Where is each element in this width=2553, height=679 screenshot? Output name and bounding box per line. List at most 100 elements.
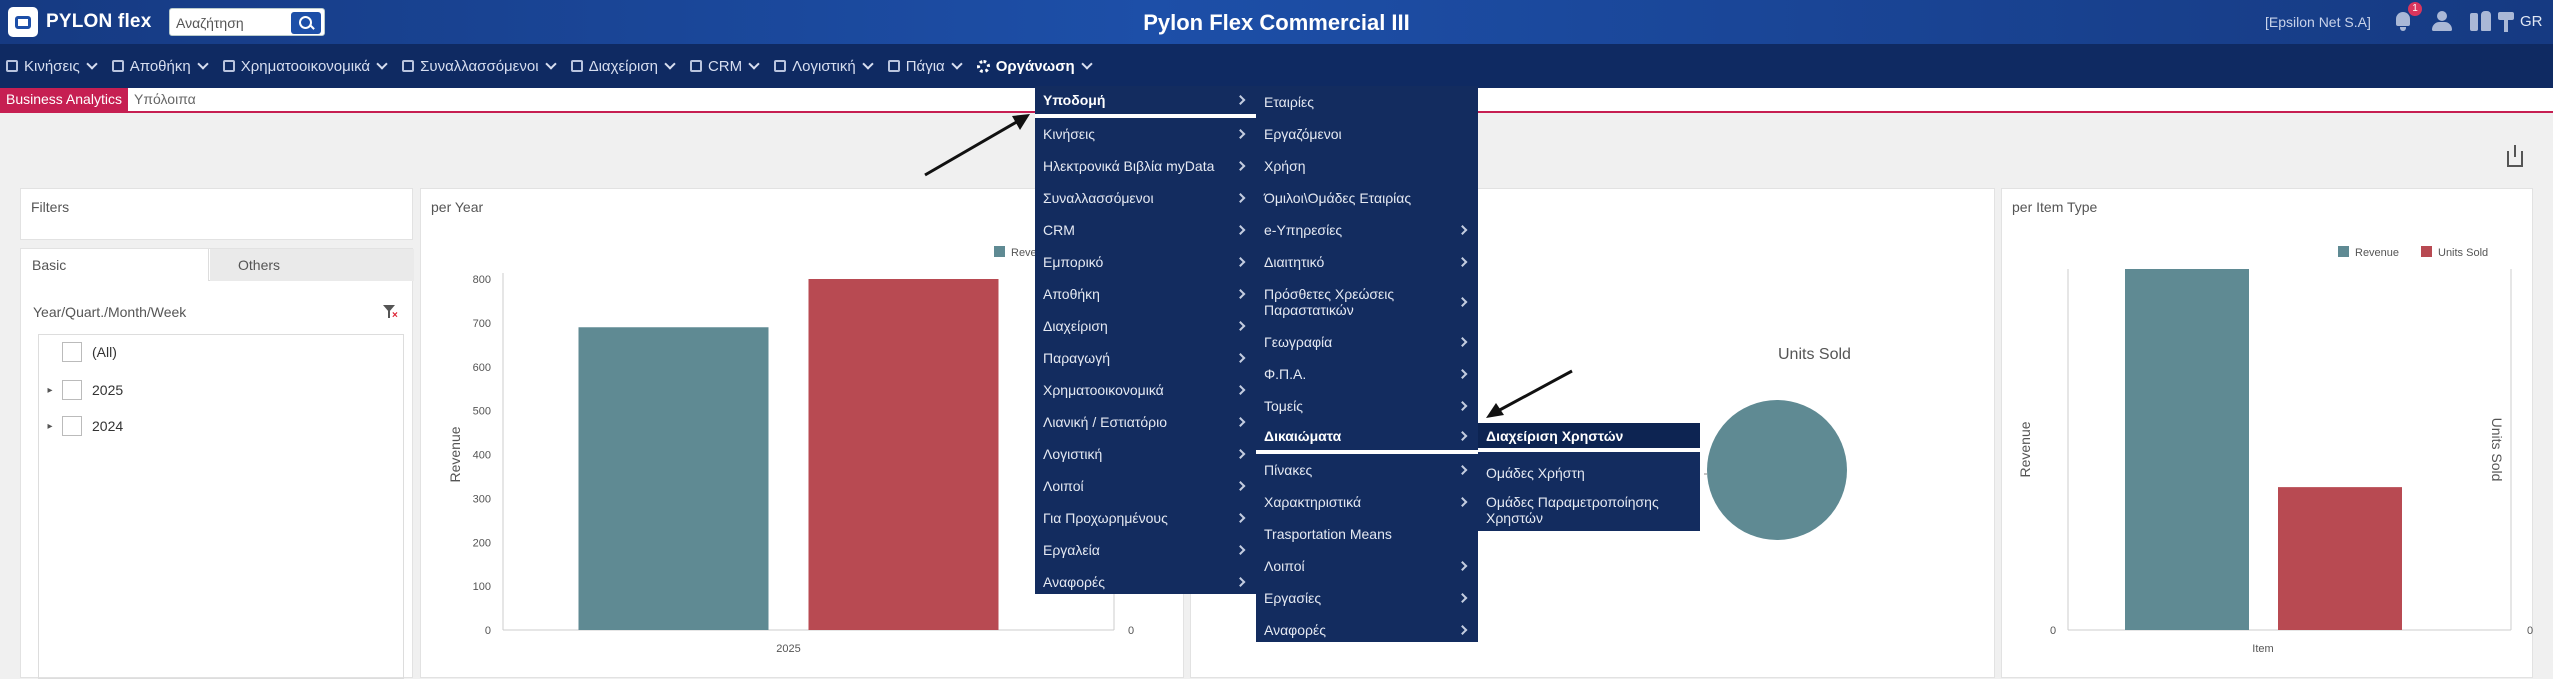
top-bar: PYLON flex Pylon Flex Commercial III [Ep… xyxy=(0,0,2553,44)
finance-icon xyxy=(222,60,235,72)
clear-filter-icon[interactable]: × xyxy=(383,305,398,321)
app-logo[interactable]: PYLON flex xyxy=(8,7,151,37)
menu-item[interactable]: Όμιλοι\Ομάδες Εταιρίας xyxy=(1256,182,1478,214)
menu-item[interactable]: Φ.Π.Α. xyxy=(1256,358,1478,390)
pie-slice[interactable] xyxy=(1707,400,1847,540)
menu-item-label: Ομάδες Χρήστη xyxy=(1486,465,1585,481)
menu-item[interactable]: Διαιτητικό xyxy=(1256,246,1478,278)
menu-item[interactable]: Χρήση xyxy=(1256,150,1478,182)
menu-xrimatooikonomika[interactable]: Χρηματοοικονομικά xyxy=(215,44,394,88)
checkbox[interactable] xyxy=(62,416,82,436)
menu-synallassomenoi[interactable]: Συναλλασσόμενοι xyxy=(394,44,562,88)
menu-label: Διαχείριση xyxy=(588,57,658,75)
menu-item[interactable]: Συναλλασσόμενοι xyxy=(1035,182,1256,214)
menu-item[interactable]: Χαρακτηριστικά xyxy=(1256,486,1478,518)
search-icon[interactable] xyxy=(291,12,321,34)
bar-revenue xyxy=(578,327,769,630)
expand-icon[interactable]: ▸ xyxy=(44,421,56,432)
menu-label: CRM xyxy=(707,57,743,75)
language-selector[interactable]: GR xyxy=(2520,13,2543,30)
menu-item[interactable]: Κινήσεις xyxy=(1035,118,1256,150)
chevron-right-icon xyxy=(1457,225,1468,235)
y-tick-label: 400 xyxy=(473,450,491,462)
legend-label: Units Sold xyxy=(2438,247,2488,259)
checkbox[interactable] xyxy=(62,342,82,362)
bar-revenue xyxy=(2125,269,2249,630)
y2-tick-label: 0 xyxy=(2527,625,2533,637)
menu-item[interactable]: Εταιρίες xyxy=(1256,86,1478,118)
menu-kiniseis[interactable]: Κινήσεις xyxy=(0,44,104,88)
expand-icon[interactable]: ▸ xyxy=(44,385,56,396)
bar-units-sold xyxy=(808,279,999,630)
menu-item-label: Εργαλεία xyxy=(1043,542,1100,558)
menu-item[interactable]: Ομάδες Χρήστη xyxy=(1478,458,1700,488)
menu-item-label: Παραγωγή xyxy=(1043,350,1110,366)
menu-label: Συναλλασσόμενοι xyxy=(420,57,539,75)
chevron-right-icon xyxy=(1457,401,1468,411)
menu-item[interactable]: Υποδομή xyxy=(1035,86,1256,118)
menu-diaxeirisi[interactable]: Διαχείριση xyxy=(563,44,682,88)
menu-item-label: Αποθήκη xyxy=(1043,286,1100,302)
filters-panel: Basic Others Year/Quart./Month/Week × (A… xyxy=(20,248,414,679)
menu-item[interactable]: Λογιστική xyxy=(1035,438,1256,470)
menu-item[interactable]: Πρόσθετες Χρεώσεις Παραστατικών xyxy=(1256,278,1478,326)
tree-row-all[interactable]: (All) xyxy=(39,340,117,364)
accounting-icon xyxy=(774,60,787,72)
menu-item[interactable]: e-Υπηρεσίες xyxy=(1256,214,1478,246)
tab-others[interactable]: Others xyxy=(210,249,414,281)
menu-item-label: Λοιποί xyxy=(1264,558,1305,574)
menu-item[interactable]: Διαχείριση xyxy=(1035,310,1256,342)
menu-item[interactable]: Λιανική / Εστιατόριο xyxy=(1035,406,1256,438)
menu-item-label: Συναλλασσόμενοι xyxy=(1043,190,1154,206)
search-input[interactable] xyxy=(176,13,286,33)
tree-row-2025[interactable]: ▸ 2025 xyxy=(39,378,123,402)
menu-item[interactable]: Λοιποί xyxy=(1035,470,1256,502)
menu-item[interactable]: Αποθήκη xyxy=(1035,278,1256,310)
tab-business-analytics[interactable]: Business Analytics xyxy=(0,88,128,111)
menu-item[interactable]: Λοιποί xyxy=(1256,550,1478,582)
menu-organosi[interactable]: Οργάνωση xyxy=(969,44,1099,88)
menu-item[interactable]: Τομείς xyxy=(1256,390,1478,422)
chevron-down-icon xyxy=(664,57,676,70)
company-name[interactable]: [Epsilon Net S.A] xyxy=(2265,14,2371,30)
tab-basic[interactable]: Basic xyxy=(21,249,209,281)
warehouse-icon xyxy=(111,60,124,72)
menu-item[interactable]: Εργασίες xyxy=(1256,582,1478,614)
menu-item[interactable]: Για Προχωρημένους xyxy=(1035,502,1256,534)
y-tick-label: 700 xyxy=(473,318,491,330)
menu-item[interactable]: Ηλεκτρονικά Βιβλία myData xyxy=(1035,150,1256,182)
menu-item[interactable]: Εργαλεία xyxy=(1035,534,1256,566)
menu-item[interactable]: Ομάδες Παραμετροποίησης Χρηστών xyxy=(1478,488,1700,531)
notification-badge: 1 xyxy=(2408,2,2422,16)
menu-crm[interactable]: CRM xyxy=(682,44,766,88)
menu-apothiki[interactable]: Αποθήκη xyxy=(104,44,215,88)
menu-label: Κινήσεις xyxy=(24,57,80,75)
menu-item[interactable]: Αναφορές xyxy=(1035,566,1256,598)
menu-pagia[interactable]: Πάγια xyxy=(880,44,969,88)
menu-item[interactable]: Παραγωγή xyxy=(1035,342,1256,374)
filter-tree: (All) ▸ 2025 ▸ 2024 xyxy=(38,334,404,679)
checkbox[interactable] xyxy=(62,380,82,400)
user-icon[interactable] xyxy=(2430,9,2454,33)
menu-item[interactable]: Πίνακες xyxy=(1256,454,1478,486)
menu-item[interactable]: Δικαιώματα xyxy=(1256,422,1478,454)
y-tick-label: 800 xyxy=(473,274,491,286)
tree-label: (All) xyxy=(92,344,117,360)
menu-item[interactable]: Trasportation Means xyxy=(1256,518,1478,550)
menu-item-label: Γεωγραφία xyxy=(1264,334,1333,350)
paint-roller-icon[interactable] xyxy=(2494,9,2518,33)
menu-item[interactable]: Χρηματοοικονομικά xyxy=(1035,374,1256,406)
menu-item[interactable]: Εμπορικό xyxy=(1035,246,1256,278)
tools-icon[interactable] xyxy=(2468,9,2492,33)
chevron-right-icon xyxy=(1235,449,1246,459)
export-icon[interactable] xyxy=(2507,145,2523,167)
tree-row-2024[interactable]: ▸ 2024 xyxy=(39,414,123,438)
menu-item[interactable]: Αναφορές xyxy=(1256,614,1478,646)
menu-logistiki[interactable]: Λογιστική xyxy=(766,44,880,88)
menu-item[interactable]: CRM xyxy=(1035,214,1256,246)
tab-ypoloipa[interactable]: Υπόλοιπα xyxy=(134,88,196,111)
chevron-down-icon xyxy=(1080,57,1093,70)
menu-item[interactable]: Εργαζόμενοι xyxy=(1256,118,1478,150)
chevron-right-icon xyxy=(1457,337,1468,347)
menu-item[interactable]: Γεωγραφία xyxy=(1256,326,1478,358)
